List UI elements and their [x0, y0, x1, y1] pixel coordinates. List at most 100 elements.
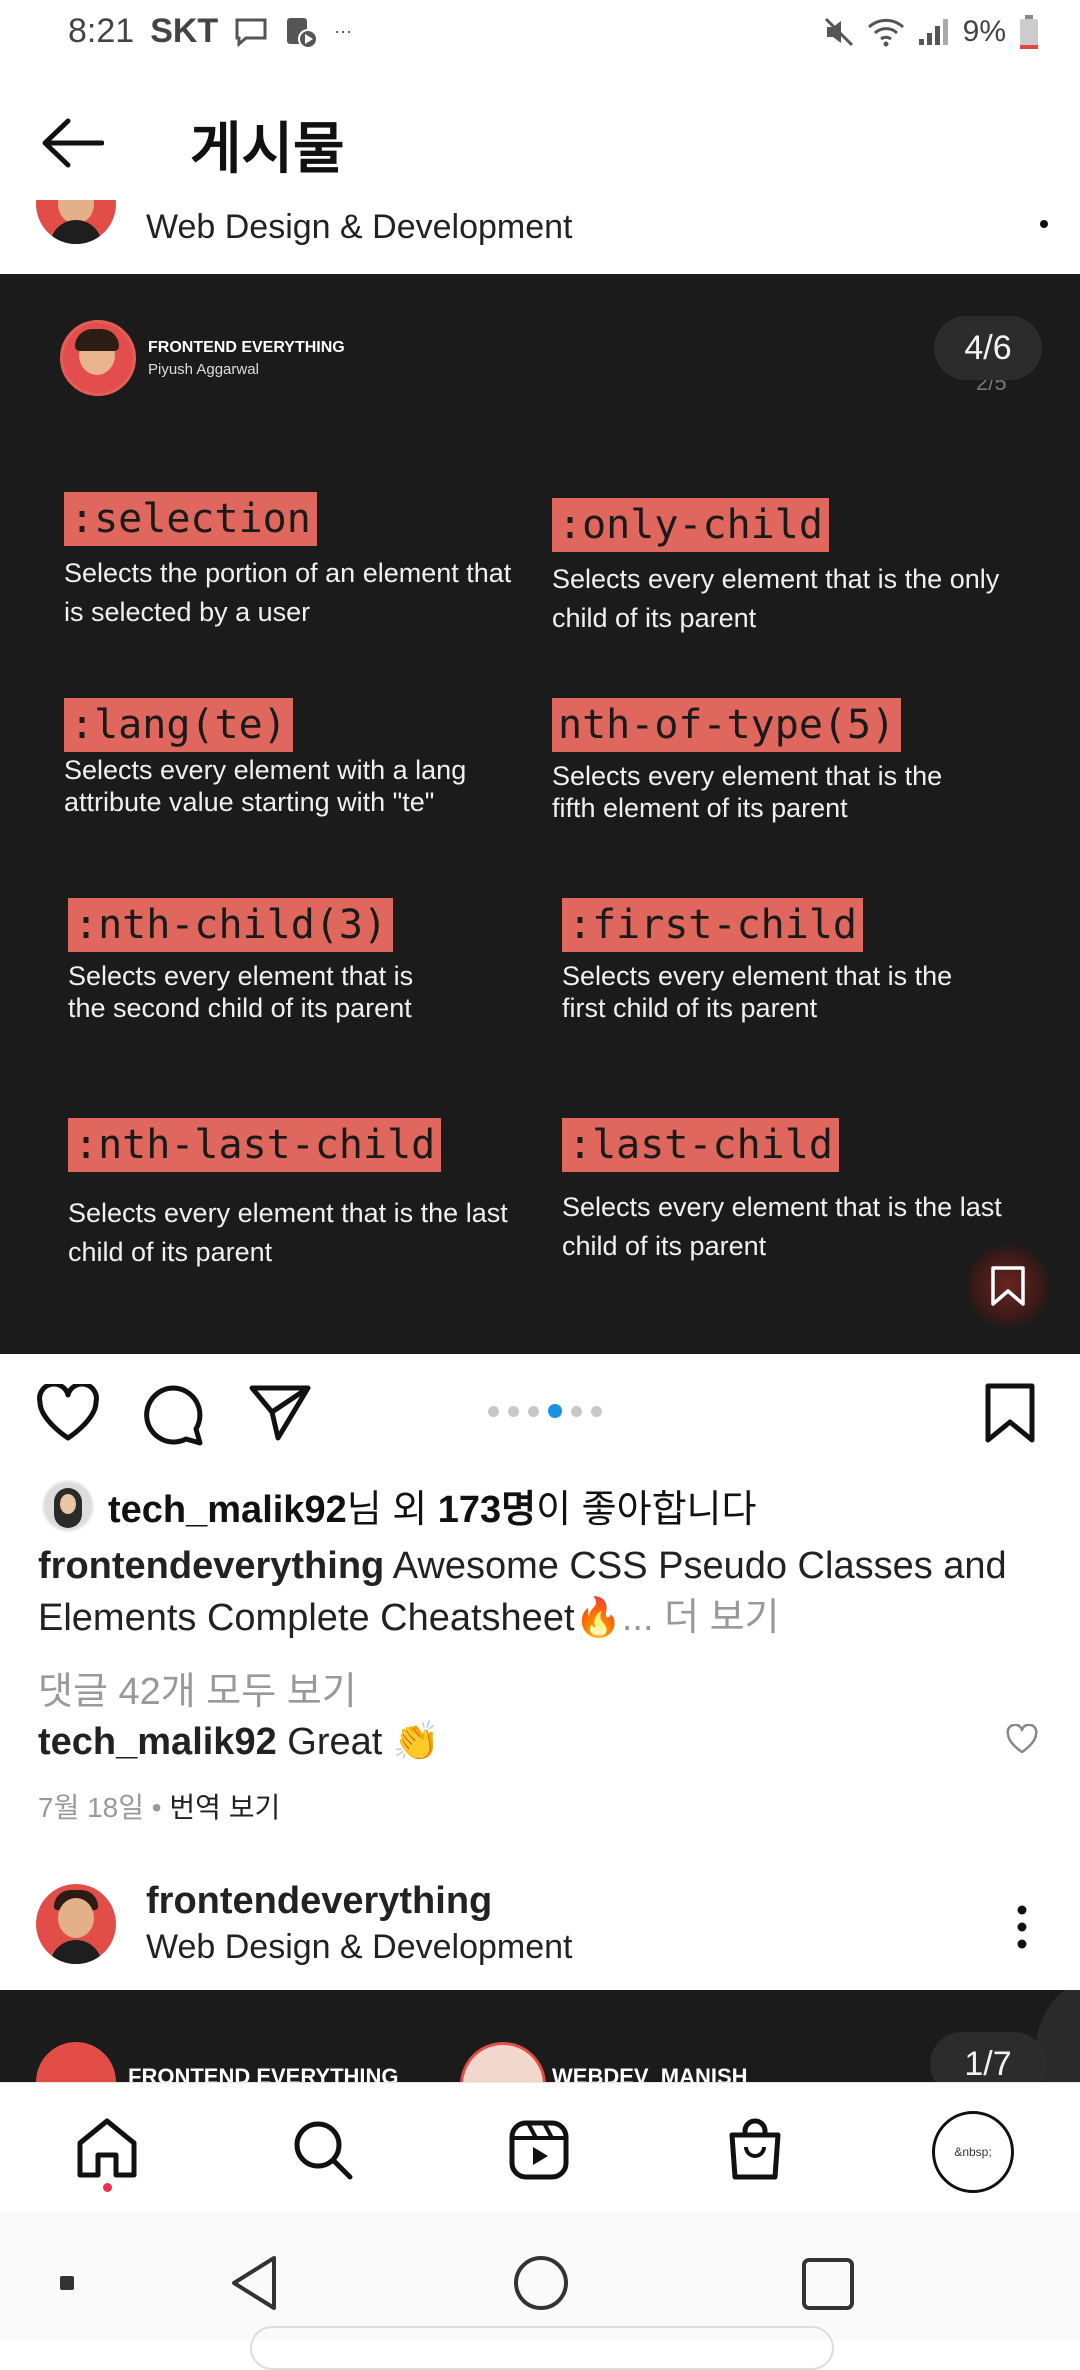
more-link[interactable]: ... 더 보기 — [622, 1597, 780, 1639]
carousel-dot — [528, 1405, 539, 1417]
item-last-child: :last-child Selects every element that i… — [562, 1118, 1022, 1266]
mute-icon — [824, 17, 853, 47]
status-left: 8:21 SKT ··· — [68, 12, 352, 51]
item-code: :selection — [64, 492, 317, 546]
item-first-child: :first-child Selects every element that … — [562, 898, 1002, 1025]
author-subtitle: Web Design & Development — [146, 208, 573, 246]
carousel-dot — [488, 1405, 499, 1417]
search-icon[interactable] — [292, 2119, 354, 2181]
item-code: :lang(te) — [64, 698, 293, 752]
bookmark-icon — [991, 1266, 1025, 1306]
peek-brand-right: WEBDEV_MANISH — [552, 2064, 748, 2082]
carousel-dot — [591, 1405, 602, 1417]
status-bar: 8:21 SKT ··· 9% — [0, 0, 1080, 66]
item-desc: Selects every element with a lang attrib… — [64, 755, 467, 818]
nav-home[interactable] — [74, 2117, 140, 2192]
comment-text: Great — [276, 1721, 393, 1763]
clock: 8:21 — [68, 12, 135, 50]
bottom-nav: &nbsp; — [0, 2082, 1080, 2213]
item-desc: Selects the portion of an element that i… — [64, 558, 512, 628]
item-nth-last-child: :nth-last-child Selects every element th… — [68, 1118, 528, 1272]
play-store-icon — [287, 17, 319, 49]
comment-icon[interactable] — [142, 1384, 204, 1446]
system-recents-icon[interactable] — [800, 2256, 856, 2312]
translate-link[interactable]: 번역 보기 — [169, 1792, 280, 1823]
meta-separator: • — [144, 1792, 170, 1823]
top-comment: tech_malik92 Great 👏 — [38, 1720, 440, 1764]
avatar[interactable] — [36, 1884, 116, 1964]
clap-emoji: 👏 — [392, 1721, 441, 1763]
carrier: SKT — [150, 12, 219, 50]
back-arrow-icon[interactable] — [40, 118, 104, 168]
fire-emoji: 🔥 — [574, 1597, 622, 1640]
item-code: :nth-last-child — [68, 1118, 442, 1172]
post-date: 7월 18일 — [38, 1792, 145, 1823]
item-selection: :selection Selects the portion of an ele… — [64, 492, 534, 632]
likes-row[interactable]: tech_malik92님 외 173명이 좋아합니다 — [42, 1478, 756, 1533]
carousel-dot — [508, 1405, 519, 1417]
post-header: Web Design & Development — [0, 200, 1080, 274]
carousel-dots — [488, 1404, 602, 1418]
shop-bag-icon[interactable] — [726, 2117, 784, 2181]
item-code: nth-of-type(5) — [552, 698, 902, 752]
system-nav-bar — [0, 2212, 1080, 2370]
carousel-counter: 4/6 — [934, 316, 1042, 380]
peek-avatar-left — [36, 2042, 116, 2082]
share-send-icon[interactable] — [248, 1384, 312, 1442]
home-notification-dot — [103, 2183, 112, 2192]
peek-avatar-right — [460, 2042, 546, 2082]
carousel-dot — [548, 1404, 562, 1418]
next-author-name[interactable]: frontendeverything — [146, 1880, 492, 1923]
home-icon — [77, 2118, 137, 2178]
item-lang: :lang(te) Selects every element with a l… — [64, 698, 494, 819]
next-post-image[interactable]: FRONTEND EVERYTHING WEBDEV_MANISH — [0, 1990, 1080, 2082]
item-desc: Selects every element that is the only c… — [552, 564, 1000, 634]
item-desc: Selects every element that is the last c… — [68, 1198, 508, 1268]
post-meta: 7월 18일 • 번역 보기 — [38, 1786, 280, 1826]
save-bookmark-icon[interactable] — [984, 1382, 1036, 1444]
like-heart-icon[interactable] — [36, 1384, 100, 1442]
profile-label: &nbsp; — [954, 2145, 992, 2159]
liker-username[interactable]: tech_malik92 — [108, 1489, 347, 1531]
signal-icon — [918, 19, 948, 45]
status-more: ··· — [334, 21, 353, 41]
post-options-icon[interactable] — [1014, 1904, 1030, 1950]
post-image[interactable]: FRONTEND EVERYTHING Piyush Aggarwal 2/5 … — [0, 274, 1080, 1354]
comment-like-heart-icon[interactable] — [1006, 1724, 1038, 1754]
liker-avatar — [42, 1479, 94, 1532]
status-right: 9% — [823, 14, 1040, 50]
image-save-button[interactable] — [966, 1244, 1050, 1328]
brand-header: FRONTEND EVERYTHING Piyush Aggarwal — [60, 320, 345, 396]
caption-username[interactable]: frontendeverything — [38, 1545, 384, 1587]
item-desc: Selects every element that is the fifth … — [552, 761, 943, 824]
item-code: :first-child — [562, 898, 863, 952]
system-home-icon[interactable] — [512, 2254, 570, 2312]
brand-avatar — [60, 320, 136, 396]
item-code: :nth-child(3) — [68, 898, 394, 952]
commenter-username[interactable]: tech_malik92 — [38, 1721, 277, 1763]
gesture-handle — [250, 2326, 834, 2370]
post-options-icon[interactable] — [1040, 220, 1048, 228]
brand-author: Piyush Aggarwal — [148, 360, 259, 378]
keyboard-indicator — [60, 2276, 74, 2290]
battery-icon — [1020, 15, 1038, 49]
reels-icon[interactable] — [508, 2119, 570, 2181]
item-desc: Selects every element that is the second… — [68, 961, 414, 1024]
profile-avatar[interactable]: &nbsp; — [932, 2111, 1014, 2193]
item-desc: Selects every element that is the first … — [562, 961, 953, 1024]
next-author-subtitle: Web Design & Development — [146, 1928, 573, 1966]
avatar[interactable] — [36, 200, 116, 244]
brand-name: FRONTEND EVERYTHING — [148, 338, 345, 356]
item-only-child: :only-child Selects every element that i… — [552, 498, 1012, 638]
likes-suffix: 이 좋아합니다 — [536, 1489, 757, 1531]
likes-rest: 님 외 — [346, 1489, 438, 1531]
caption: frontendeverything Awesome CSS Pseudo Cl… — [38, 1540, 1048, 1645]
system-back-icon[interactable] — [228, 2254, 280, 2312]
next-post-header: frontendeverything Web Design & Developm… — [0, 1870, 1080, 1990]
likes-text: tech_malik92님 외 173명이 좋아합니다 — [108, 1478, 756, 1533]
page-title: 게시물 — [190, 117, 345, 180]
item-code: :last-child — [562, 1118, 839, 1172]
item-code: :only-child — [552, 498, 829, 552]
likes-count[interactable]: 173명 — [438, 1489, 536, 1531]
view-all-comments-link[interactable]: 댓글 42개 모두 보기 — [38, 1660, 357, 1715]
